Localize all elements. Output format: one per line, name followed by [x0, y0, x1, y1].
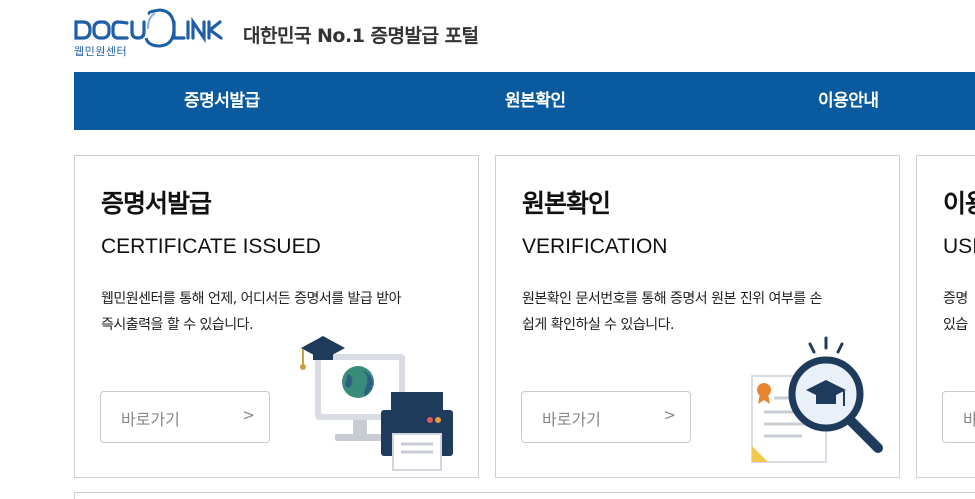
- card-desc-line: 쉽게 확인하실 수 있습니다.: [522, 317, 674, 333]
- card-certificate-issue: 증명서발급 CERTIFICATE ISSUED 웹민원센터를 통해 언제, 어…: [74, 155, 479, 478]
- card-desc-line: 있습: [943, 317, 968, 333]
- certificate-magnifier-icon: [751, 336, 883, 463]
- logo-subtitle: 웹민원센터: [74, 45, 128, 58]
- card-description: 웹민원센터를 통해 언제, 어디서든 증명서를 발급 받아 즉시출력을 할 수 …: [101, 286, 471, 338]
- header-tagline: 대한민국 No.1 증명발급 포털: [243, 25, 479, 47]
- chevron-right-icon: >: [242, 406, 255, 424]
- main-nav: 증명서발급 원본확인 이용안내: [74, 72, 975, 130]
- docu-link-logo[interactable]: 웹민원센터: [74, 8, 232, 60]
- card-title: 이용: [943, 189, 975, 218]
- card-description: 증명 있습: [943, 286, 975, 338]
- card-title: 원본확인: [522, 189, 611, 218]
- card-subtitle: CERTIFICATE ISSUED: [101, 235, 321, 258]
- card-description: 원본확인 문서번호를 통해 증명서 원본 진위 여부를 손 쉽게 확인하실 수 …: [522, 286, 892, 338]
- card-title: 증명서발급: [101, 189, 212, 218]
- bottom-section-box: [74, 492, 975, 499]
- go-button-label: 바로가기: [121, 410, 180, 429]
- chevron-right-icon: >: [663, 406, 676, 424]
- page: 웹민원센터 대한민국 No.1 증명발급 포털 증명서발급 원본확인 이용안내 …: [0, 0, 975, 499]
- header: 웹민원센터 대한민국 No.1 증명발급 포털: [0, 0, 975, 72]
- nav-item-verification[interactable]: 원본확인: [505, 72, 566, 130]
- card-subtitle: USI: [943, 235, 975, 258]
- nav-item-guide[interactable]: 이용안내: [818, 72, 879, 130]
- go-button-guide[interactable]: 바: [942, 391, 975, 443]
- card-desc-line: 증명: [943, 291, 968, 307]
- docu-link-logo-mark: [74, 8, 223, 48]
- card-verification: 원본확인 VERIFICATION 원본확인 문서번호를 통해 증명서 원본 진…: [495, 155, 900, 478]
- go-button-label: 바로가기: [542, 410, 601, 429]
- card-desc-line: 웹민원센터를 통해 언제, 어디서든 증명서를 발급 받아: [101, 291, 402, 307]
- computer-printer-graduation-icon: [300, 336, 453, 471]
- card-subtitle: VERIFICATION: [522, 235, 668, 258]
- go-button-certificate-issue[interactable]: 바로가기 >: [100, 391, 270, 443]
- card-guide: 이용 USI 증명 있습 바: [916, 155, 975, 478]
- nav-item-certificate-issue[interactable]: 증명서발급: [184, 72, 260, 130]
- go-button-verification[interactable]: 바로가기 >: [521, 391, 691, 443]
- go-button-label: 바: [963, 406, 975, 430]
- card-desc-line: 원본확인 문서번호를 통해 증명서 원본 진위 여부를 손: [522, 291, 823, 307]
